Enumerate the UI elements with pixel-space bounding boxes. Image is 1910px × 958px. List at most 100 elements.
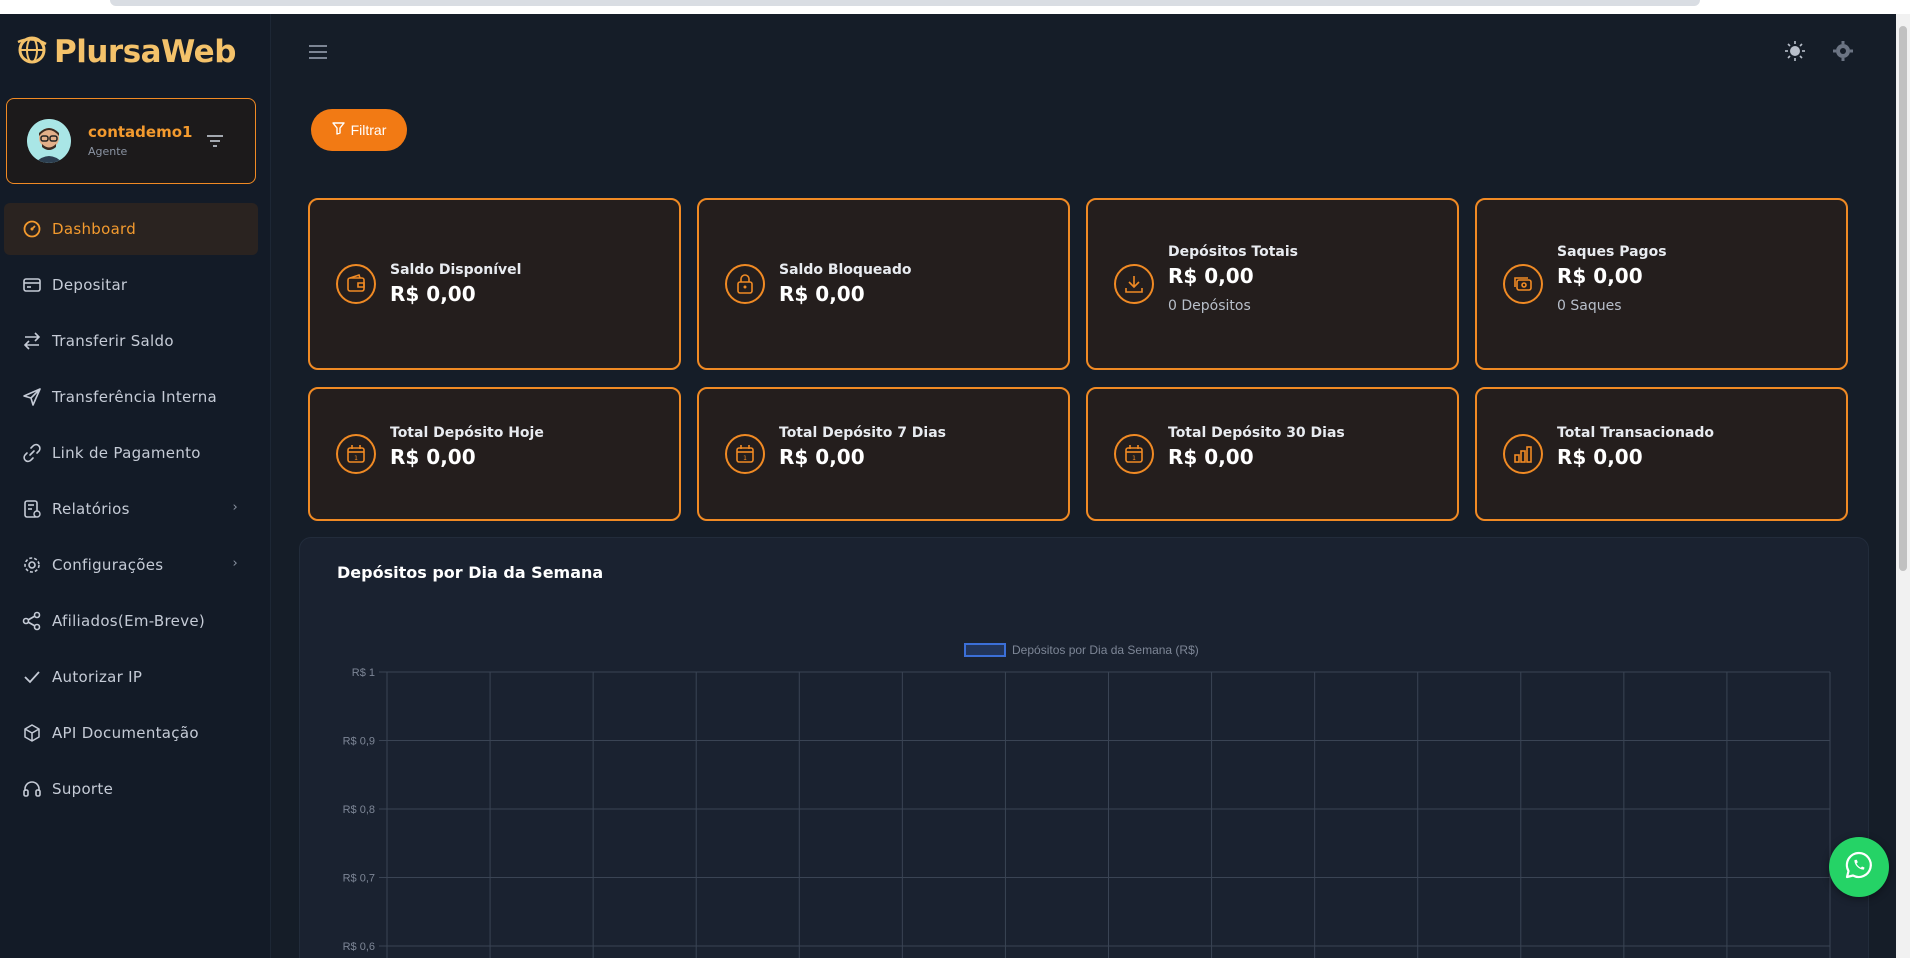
sidebar-item-relatorios[interactable]: Relatórios › (4, 483, 258, 535)
lock-icon (725, 264, 765, 304)
share-icon (22, 611, 42, 631)
card-saldo-bloqueado: Saldo Bloqueado R$ 0,00 (697, 198, 1070, 370)
profile-role: Agente (88, 145, 128, 158)
browser-top-strip (0, 0, 1910, 14)
y-tick-label: R$ 0,6 (343, 941, 375, 953)
header-actions (1784, 40, 1854, 66)
settings-gear-icon[interactable] (1832, 40, 1854, 66)
deposits-chart: Depósitos por Dia da Semana (R$) R$ 1 R$ 0… (343, 643, 1831, 958)
wallet-icon (336, 264, 376, 304)
funnel-icon (331, 122, 345, 138)
svg-text:1: 1 (1132, 455, 1136, 462)
card-value: R$ 0,00 (779, 445, 865, 469)
card-saldo-disponivel: Saldo Disponível R$ 0,00 (308, 198, 681, 370)
chevron-right-icon: › (232, 556, 238, 571)
page-scrollbar[interactable] (1896, 14, 1910, 958)
card-value: R$ 0,00 (390, 445, 476, 469)
wallet-card-icon (22, 275, 42, 295)
card-title: Total Depósito 7 Dias (779, 425, 947, 441)
card-total-deposito-7-dias: 1 Total Depósito 7 Dias R$ 0,00 (697, 387, 1070, 521)
cash-icon (1503, 264, 1543, 304)
sidebar-item-label: Depositar (52, 276, 128, 294)
sidebar-item-label: Autorizar IP (52, 668, 143, 686)
card-title: Depósitos Totais (1168, 244, 1298, 260)
whatsapp-icon (1844, 850, 1874, 884)
chart-panel: Depósitos por Dia da Semana Depósitos po… (299, 537, 1869, 958)
legend-swatch (964, 643, 1006, 657)
card-saques-pagos: Saques Pagos R$ 0,00 0 Saques (1475, 198, 1848, 370)
card-value: R$ 0,00 (390, 282, 476, 306)
sidebar-item-api-documentacao[interactable]: API Documentação (4, 707, 258, 759)
sidebar-item-label: Relatórios (52, 500, 130, 518)
sidebar-item-configuracoes[interactable]: Configurações › (4, 539, 258, 591)
app-logo[interactable]: PlursaWeb (16, 32, 236, 72)
calendar-icon: 1 (1114, 434, 1154, 474)
sidebar-nav: Dashboard Depositar Transferir Saldo Tra… (0, 203, 271, 819)
y-tick-label: R$ 0,9 (343, 736, 375, 748)
sidebar-item-transferencia-interna[interactable]: Transferência Interna (4, 371, 258, 423)
cube-icon (22, 723, 42, 743)
y-tick-label: R$ 1 (352, 667, 375, 679)
sidebar-item-link-de-pagamento[interactable]: Link de Pagamento (4, 427, 258, 479)
menu-toggle-icon[interactable] (308, 44, 328, 60)
send-icon (22, 387, 42, 407)
filter-lines-icon[interactable] (205, 133, 225, 149)
sidebar-item-label: Suporte (52, 780, 114, 798)
filter-button-label: Filtrar (350, 122, 387, 138)
sidebar-item-transferir-saldo[interactable]: Transferir Saldo (4, 315, 258, 367)
card-title: Total Depósito 30 Dias (1168, 425, 1345, 441)
card-title: Total Transacionado (1557, 425, 1715, 441)
card-title: Saldo Disponível (390, 262, 522, 278)
card-title: Total Depósito Hoje (390, 425, 544, 441)
svg-text:1: 1 (354, 455, 358, 462)
sidebar: PlursaWeb contademo1 Agente Dashboard De… (0, 14, 271, 958)
bar-chart-icon (1503, 434, 1543, 474)
report-icon (22, 499, 42, 519)
card-depositos-totais: Depósitos Totais R$ 0,00 0 Depósitos (1086, 198, 1459, 370)
card-total-transacionado: Total Transacionado R$ 0,00 (1475, 387, 1848, 521)
headset-icon (22, 779, 42, 799)
browser-scroll-strip (110, 0, 1700, 6)
svg-text:1: 1 (743, 455, 747, 462)
sidebar-item-label: Transferência Interna (52, 388, 218, 406)
calendar-icon: 1 (336, 434, 376, 474)
link-icon (22, 443, 42, 463)
sidebar-item-label: API Documentação (52, 724, 199, 742)
sidebar-item-autorizar-ip[interactable]: Autorizar IP (4, 651, 258, 703)
avatar (27, 119, 71, 163)
app-name: PlursaWeb (54, 34, 236, 70)
download-icon (1114, 264, 1154, 304)
transfer-arrows-icon (22, 331, 42, 351)
sidebar-item-label: Afiliados(Em-Breve) (52, 612, 206, 630)
sidebar-item-afiliados[interactable]: Afiliados(Em-Breve) (4, 595, 258, 647)
y-tick-label: R$ 0,7 (343, 873, 375, 885)
card-value: R$ 0,00 (1168, 264, 1254, 288)
whatsapp-button[interactable] (1829, 837, 1889, 897)
card-value: R$ 0,00 (1557, 264, 1643, 288)
y-tick-label: R$ 0,8 (343, 804, 375, 816)
gear-icon (22, 555, 42, 575)
legend-label: Depósitos por Dia da Semana (R$) (1012, 643, 1199, 657)
sidebar-item-dashboard[interactable]: Dashboard (4, 203, 258, 255)
card-subtext: 0 Saques (1557, 298, 1622, 314)
card-total-deposito-30-dias: 1 Total Depósito 30 Dias R$ 0,00 (1086, 387, 1459, 521)
card-value: R$ 0,00 (1168, 445, 1254, 469)
card-title: Saldo Bloqueado (779, 262, 912, 278)
card-subtext: 0 Depósitos (1168, 298, 1251, 314)
card-total-deposito-hoje: 1 Total Depósito Hoje R$ 0,00 (308, 387, 681, 521)
profile-username: contademo1 (88, 123, 193, 141)
sidebar-item-label: Configurações (52, 556, 164, 574)
sidebar-item-label: Dashboard (52, 220, 137, 238)
check-icon (22, 667, 42, 687)
scrollbar-thumb[interactable] (1899, 26, 1907, 571)
theme-toggle-sun-icon[interactable] (1784, 40, 1806, 66)
profile-card[interactable]: contademo1 Agente (6, 98, 256, 184)
calendar-icon: 1 (725, 434, 765, 474)
globe-logo-icon (16, 34, 48, 70)
filter-button[interactable]: Filtrar (311, 109, 407, 151)
sidebar-item-label: Transferir Saldo (52, 332, 174, 350)
dashboard-icon (22, 219, 42, 239)
sidebar-item-suporte[interactable]: Suporte (4, 763, 258, 815)
card-value: R$ 0,00 (779, 282, 865, 306)
sidebar-item-depositar[interactable]: Depositar (4, 259, 258, 311)
